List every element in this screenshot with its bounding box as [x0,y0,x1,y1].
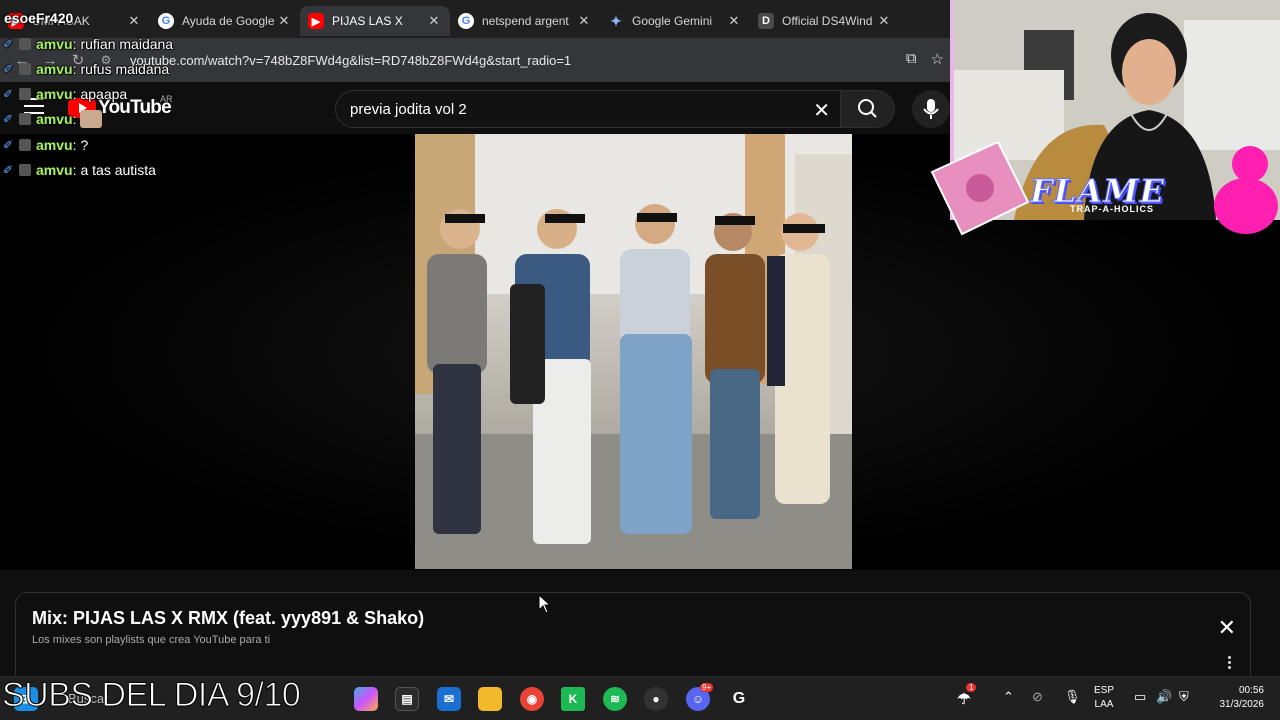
chat-emote [80,110,103,128]
clock-time: 00:56 [1238,685,1264,696]
clear-search-icon[interactable]: ✕ [813,98,830,123]
avatar-badge-icon [19,139,31,151]
volume-icon[interactable]: 🔊 [1156,689,1172,705]
google-icon: G [458,13,474,29]
tab-3[interactable]: G netspend argent ✕ [450,6,600,36]
copilot-icon[interactable] [354,687,378,711]
chat-user: amvu [36,36,73,52]
tab-label: PIJAS LAS X [332,14,403,28]
tab-4[interactable]: ✦ Google Gemini ✕ [600,6,750,36]
close-tab-icon[interactable]: ✕ [276,13,292,29]
close-tab-icon[interactable]: ✕ [576,13,592,29]
chat-text: a tas autista [80,162,156,178]
microphone-icon [923,99,939,119]
more-options-icon[interactable] [1228,656,1232,671]
youtube-header: YouTube AR previa jodita vol 2 ✕ [0,82,950,134]
sword-badge-icon: ✐ [3,62,14,76]
network-off-icon[interactable]: ⊘ [1032,689,1043,705]
chat-text: apaapa [80,86,128,102]
chat-message: ✐ amvu: rufus maidana [3,61,170,77]
store-icon[interactable]: ▤ [395,687,419,711]
tab-1[interactable]: G Ayuda de Google ✕ [150,6,300,36]
chat-user: amvu [36,137,73,153]
mouse-cursor-icon [538,594,552,614]
g-hub-icon[interactable]: G [727,687,751,711]
screen: ▶ UMPASAK ✕ G Ayuda de Google ✕ ▶ PIJAS … [0,0,1280,720]
file-explorer-icon[interactable] [478,687,502,711]
chat-text: rufian maidana [80,36,174,52]
avatar-badge-icon [19,113,31,125]
keyboard-layout: LAA [1094,699,1114,710]
avatar-badge-icon [19,63,31,75]
avatar-badge-icon [19,88,31,100]
tab-label: Ayuda de Google [182,14,275,28]
url-field[interactable]: youtube.com/watch?v=748bZ8FWd4g&list=RD7… [130,53,571,68]
google-icon: G [158,13,174,29]
search-box[interactable]: previa jodita vol 2 ✕ [335,90,895,128]
chrome-icon[interactable]: ◉ [520,687,544,711]
system-clock[interactable]: 00:56 31/3/2026 [1208,684,1265,712]
discord-badge: 9+ [700,683,714,692]
close-tab-icon[interactable]: ✕ [126,13,142,29]
flame-logo-subtitle: TRAP-A-HOLICS [1070,204,1154,214]
voice-search-button[interactable] [912,90,950,128]
close-tab-icon[interactable]: ✕ [876,13,892,29]
chat-user: amvu [36,61,73,77]
chat-text: rufus maidana [80,61,170,77]
tab-label: Google Gemini [632,14,713,28]
video-thumbnail[interactable] [415,134,852,569]
close-tab-icon[interactable]: ✕ [726,13,742,29]
photo-scene [415,134,852,569]
chat-text: ? [80,137,89,153]
close-tab-icon[interactable]: ✕ [426,13,442,29]
spotify-icon[interactable]: ≋ [603,687,627,711]
install-app-icon[interactable]: ⧉ [906,50,917,68]
gemini-icon: ✦ [610,12,622,29]
youtube-icon: ▶ [308,13,324,29]
streamer-name: esoeFr420 [4,10,74,26]
playlist-subtitle: Los mixes son playlists que crea YouTube… [32,634,271,646]
bookmark-star-icon[interactable]: ☆ [931,50,944,68]
sword-badge-icon: ✐ [3,87,14,101]
input-language[interactable]: ESP LAA [1094,684,1114,712]
chat-message: ✐ amvu: apaapa [3,86,128,102]
sword-badge-icon: ✐ [3,37,14,51]
tab-5[interactable]: D Official DS4Wind ✕ [750,6,900,36]
kick-icon[interactable]: K [561,687,585,711]
search-button[interactable] [840,91,894,127]
chat-message: ✐ amvu: a tas autista [3,162,156,178]
chat-user: amvu [36,162,73,178]
search-icon [858,99,877,118]
language-code: ESP [1094,685,1115,696]
sword-badge-icon: ✐ [3,163,14,177]
clock-date: 31/3/2026 [1219,699,1265,710]
mail-icon[interactable]: ✉ [437,687,461,711]
sword-badge-icon: ✐ [3,138,14,152]
search-input[interactable]: previa jodita vol 2 [350,101,467,118]
browser-tab-strip: ▶ UMPASAK ✕ G Ayuda de Google ✕ ▶ PIJAS … [0,0,950,38]
country-code: AR [160,94,173,104]
tab-label: Official DS4Wind [782,14,873,28]
close-playlist-icon[interactable]: ✕ [1218,615,1236,641]
chat-message: ✐ amvu: ? [3,137,89,153]
avatar-badge-icon [19,164,31,176]
chat-user: amvu [36,86,73,102]
chat-message: ✐ amvu: [3,110,103,128]
money-bill-icon [930,142,1030,236]
display-icon[interactable]: ▭ [1134,689,1146,705]
obs-icon[interactable]: ● [644,687,668,711]
sword-badge-icon: ✐ [3,112,14,126]
chat-message: ✐ amvu: rufian maidana [3,36,174,52]
playlist-title[interactable]: Mix: PIJAS LAS X RMX (feat. yyy891 & Sha… [32,608,424,629]
subs-overlay-text: SUBS DEL DIA 9/10 [1,676,301,715]
pink-buddha-icon [1214,146,1278,234]
tab-2-active[interactable]: ▶ PIJAS LAS X ✕ [300,6,450,36]
chevron-up-icon[interactable]: ⌃ [1003,689,1014,705]
microphone-tray-icon[interactable]: 🎙 [1064,689,1081,705]
tab-label: netspend argent [482,14,569,28]
chat-user: amvu [36,111,73,127]
avatar-badge-icon [19,38,31,50]
battery-shield-icon[interactable]: ⛨ [1179,689,1189,705]
ds4-icon: D [758,13,774,29]
